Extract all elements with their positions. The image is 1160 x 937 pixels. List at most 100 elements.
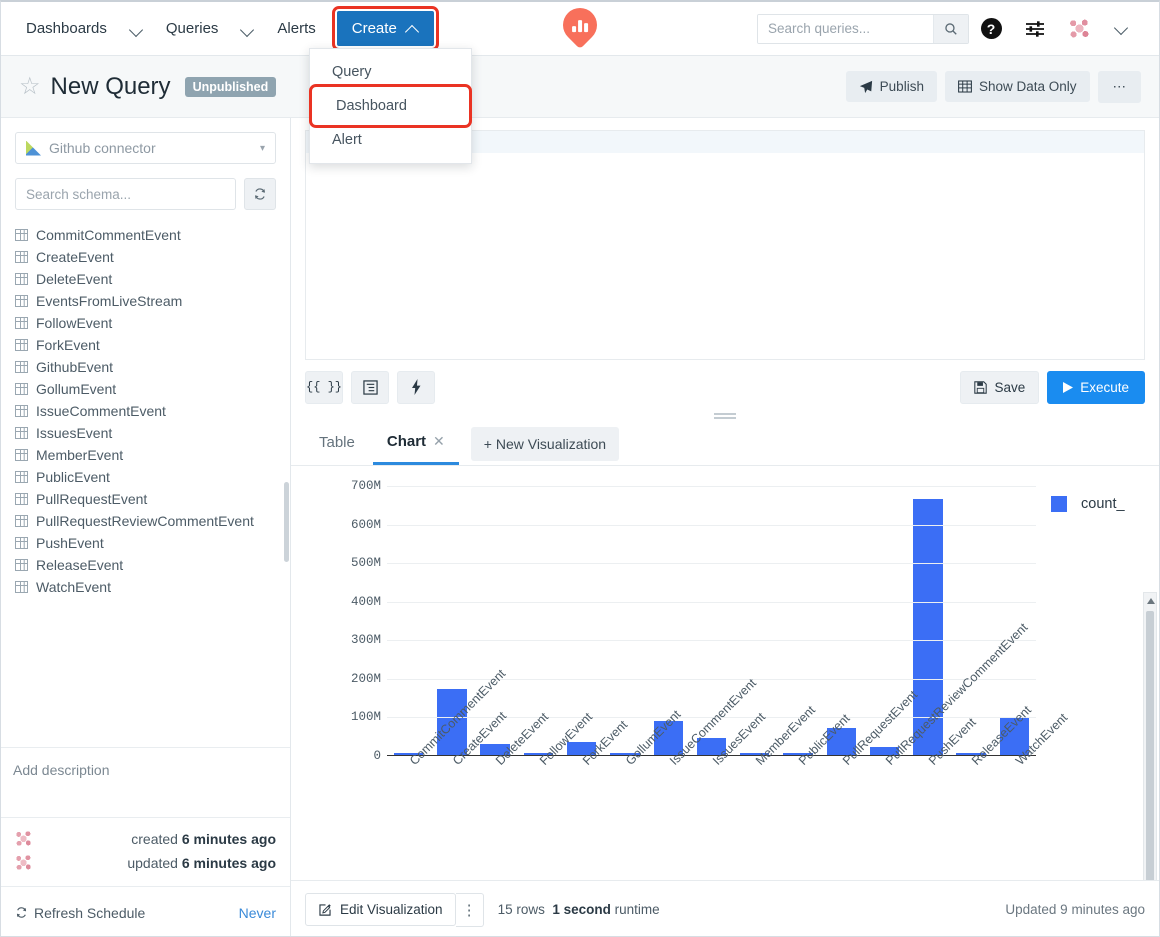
chart-bar-slot[interactable] xyxy=(949,486,992,755)
list-item[interactable]: PullRequestEvent xyxy=(1,488,290,510)
y-axis-tick: 0 xyxy=(373,749,381,763)
list-item[interactable]: DeleteEvent xyxy=(1,268,290,290)
table-icon xyxy=(15,493,28,505)
table-icon xyxy=(15,405,28,417)
vertical-dots-icon[interactable]: ⋮ xyxy=(456,893,484,927)
list-item[interactable]: GollumEvent xyxy=(1,378,290,400)
data-source-name: Github connector xyxy=(49,140,156,156)
refresh-schedule-row: Refresh Schedule Never xyxy=(1,886,290,937)
refresh-schedule-value[interactable]: Never xyxy=(239,905,276,921)
refresh-schema-icon[interactable] xyxy=(244,178,276,210)
query-editor[interactable]: () by Type xyxy=(305,130,1145,360)
schema-search-input[interactable] xyxy=(15,178,236,210)
create-button[interactable]: Create xyxy=(337,11,434,46)
visualization-tabs: Table Chart ✕ + New Visualization xyxy=(291,422,1159,466)
grid-line xyxy=(387,640,1036,641)
table-icon xyxy=(15,295,28,307)
list-item[interactable]: ForkEvent xyxy=(1,334,290,356)
paper-plane-icon xyxy=(859,80,873,94)
edit-visualization-button[interactable]: Edit Visualization xyxy=(305,893,456,926)
list-item[interactable]: GithubEvent xyxy=(1,356,290,378)
list-item[interactable]: CommitCommentEvent xyxy=(1,224,290,246)
list-item[interactable]: IssueCommentEvent xyxy=(1,400,290,422)
table-icon xyxy=(15,559,28,571)
pane-resize-handle[interactable] xyxy=(291,406,1159,422)
table-icon xyxy=(15,273,28,285)
schema-table-list[interactable]: CommitCommentEvent CreateEvent DeleteEve… xyxy=(1,224,290,769)
help-icon[interactable]: ? xyxy=(969,11,1013,47)
create-menu-item-dashboard[interactable]: Dashboard xyxy=(314,89,467,123)
ellipsis-icon: ⋯ xyxy=(1113,79,1127,95)
table-name: ForkEvent xyxy=(36,337,100,353)
nav-dashboards-chevron-down-icon[interactable] xyxy=(118,15,155,42)
favorite-star-icon[interactable]: ☆ xyxy=(19,75,41,99)
query-parameters-icon[interactable]: {{ }} xyxy=(305,371,343,404)
grid-line xyxy=(387,602,1036,603)
table-name: PullRequestReviewCommentEvent xyxy=(36,513,254,529)
lightning-icon[interactable] xyxy=(397,371,435,404)
execute-button[interactable]: Execute xyxy=(1047,371,1145,404)
user-menu-chevron-down-icon[interactable] xyxy=(1101,11,1145,47)
query-workspace: () by Type {{ }} xyxy=(291,118,1159,937)
editor-actions: Save Execute xyxy=(960,371,1145,404)
sidebar-scrollbar[interactable] xyxy=(284,482,289,562)
list-item[interactable]: WatchEvent xyxy=(1,576,290,598)
create-menu-item-alert[interactable]: Alert xyxy=(310,123,471,157)
description-field[interactable]: Add description xyxy=(1,747,290,792)
nav-queries-chevron-down-icon[interactable] xyxy=(229,15,266,42)
show-data-only-button[interactable]: Show Data Only xyxy=(945,71,1090,102)
save-button[interactable]: Save xyxy=(960,371,1039,404)
list-item[interactable]: PublicEvent xyxy=(1,466,290,488)
list-item[interactable]: FollowEvent xyxy=(1,312,290,334)
pencil-square-icon xyxy=(318,903,332,917)
publish-button[interactable]: Publish xyxy=(846,71,937,102)
new-visualization-button[interactable]: + New Visualization xyxy=(471,427,619,461)
list-item[interactable]: PushEvent xyxy=(1,532,290,554)
table-icon xyxy=(15,449,28,461)
list-item[interactable]: MemberEvent xyxy=(1,444,290,466)
search-icon[interactable] xyxy=(933,15,968,43)
lightning-glyph xyxy=(409,379,423,395)
avatar xyxy=(15,854,32,871)
table-name: GithubEvent xyxy=(36,359,113,375)
table-icon xyxy=(15,251,28,263)
table-icon xyxy=(15,361,28,373)
editor-toolbar: {{ }} xyxy=(305,368,1145,406)
create-menu-item-query[interactable]: Query xyxy=(310,55,471,89)
tab-table[interactable]: Table xyxy=(305,424,369,463)
table-icon xyxy=(15,339,28,351)
tab-chart[interactable]: Chart ✕ xyxy=(373,423,459,465)
search-input[interactable] xyxy=(758,15,933,43)
nav-item-alerts[interactable]: Alerts xyxy=(266,13,326,44)
chart-bar-slot[interactable] xyxy=(603,486,646,755)
avatar[interactable] xyxy=(1057,11,1101,47)
create-menu-wrapper: Create xyxy=(327,11,434,46)
app-logo[interactable] xyxy=(563,8,599,50)
list-item[interactable]: PullRequestReviewCommentEvent xyxy=(1,510,290,532)
scroll-up-icon[interactable] xyxy=(1147,598,1155,604)
refresh-schedule-label: Refresh Schedule xyxy=(34,905,145,921)
list-item[interactable]: IssuesEvent xyxy=(1,422,290,444)
search-queries-box[interactable] xyxy=(757,14,969,44)
meta-created-text: created 6 minutes ago xyxy=(131,831,276,847)
y-axis-tick: 300M xyxy=(351,633,381,647)
list-item[interactable]: ReleaseEvent xyxy=(1,554,290,576)
sliders-icon[interactable] xyxy=(1013,11,1057,47)
format-query-icon[interactable] xyxy=(351,371,389,404)
nav-item-queries[interactable]: Queries xyxy=(155,13,230,44)
nav-item-dashboards[interactable]: Dashboards xyxy=(15,13,118,44)
data-source-selector[interactable]: Github connector ▾ xyxy=(15,132,276,164)
chevron-up-icon xyxy=(406,22,419,35)
table-name: PublicEvent xyxy=(36,469,110,485)
query-title-bar: ☆ New Query Unpublished Publish Show Dat… xyxy=(1,56,1159,118)
y-axis-tick: 400M xyxy=(351,595,381,609)
chart-bar-slot[interactable] xyxy=(387,486,430,755)
list-item[interactable]: CreateEvent xyxy=(1,246,290,268)
list-item[interactable]: EventsFromLiveStream xyxy=(1,290,290,312)
close-icon[interactable]: ✕ xyxy=(433,433,445,450)
page-title[interactable]: New Query xyxy=(51,73,171,101)
query-meta: created 6 minutes ago updated 6 minutes … xyxy=(1,817,290,886)
runtime-value: 1 second xyxy=(552,902,611,917)
more-options-button[interactable]: ⋯ xyxy=(1098,71,1142,103)
refresh-schedule-button[interactable]: Refresh Schedule xyxy=(15,905,145,921)
